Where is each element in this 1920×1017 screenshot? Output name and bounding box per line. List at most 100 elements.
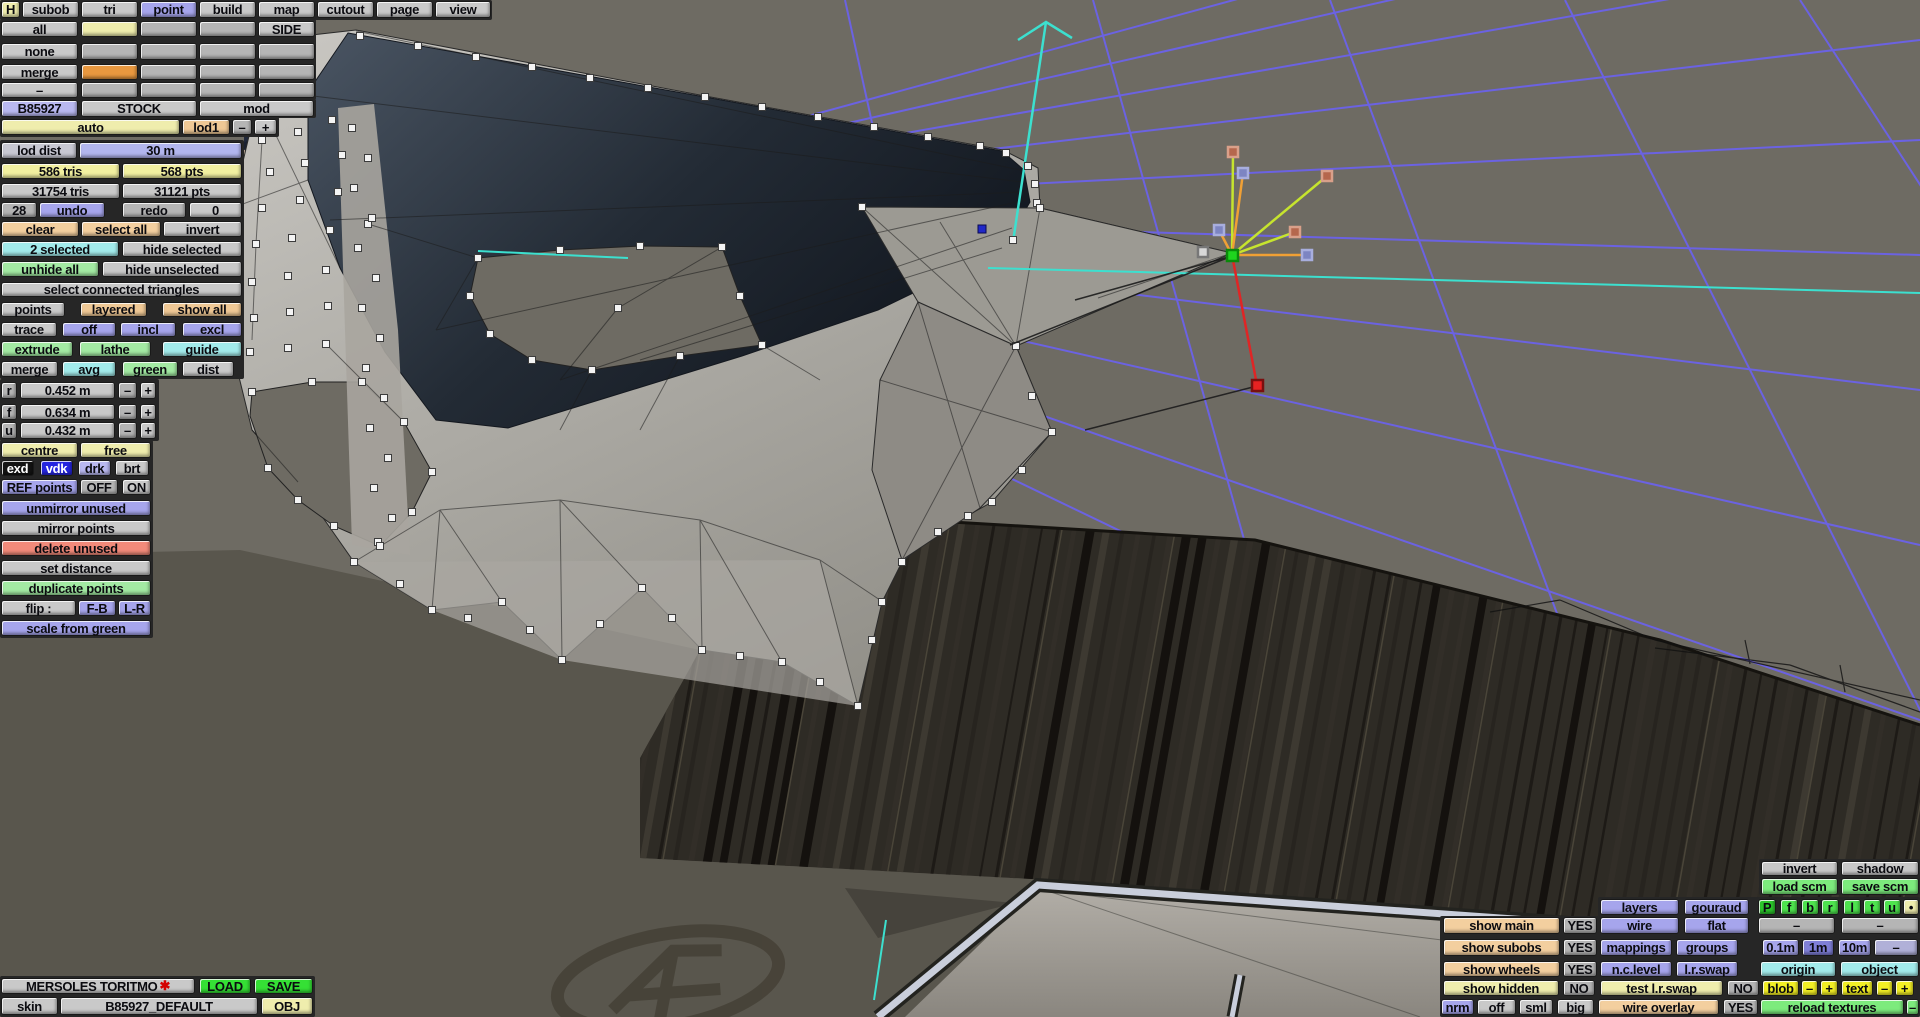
menu-map-tab[interactable]: map xyxy=(258,1,315,18)
vertex-handle[interactable] xyxy=(526,626,534,634)
nrm-sml-button[interactable]: sml xyxy=(1519,999,1553,1015)
free-button[interactable]: free xyxy=(80,442,151,458)
vertex-handle[interactable] xyxy=(296,196,304,204)
layer-dot-toggle[interactable]: • xyxy=(1903,899,1919,915)
nc-level-button[interactable]: n.c.level xyxy=(1600,961,1672,977)
brt-toggle[interactable]: brt xyxy=(115,460,149,476)
select-none-button[interactable]: none xyxy=(1,43,78,60)
vertex-handle[interactable] xyxy=(400,418,408,426)
viewport-3d[interactable]: 20 25 30 ½ xyxy=(0,0,1920,1017)
guide-button[interactable]: guide xyxy=(162,341,242,357)
show-hidden-no[interactable]: NO xyxy=(1563,980,1595,996)
vertex-handle[interactable] xyxy=(301,159,309,167)
layer-b-toggle[interactable]: b xyxy=(1801,899,1819,915)
vertex-handle[interactable] xyxy=(988,498,996,506)
vertex-handle[interactable] xyxy=(778,658,786,666)
trace-incl-button[interactable]: incl xyxy=(120,322,176,337)
vertex-handle[interactable] xyxy=(376,334,384,342)
coord-f-value[interactable]: 0.634 m xyxy=(20,404,115,420)
vertex-handle[interactable] xyxy=(428,468,436,476)
vertex-handle[interactable] xyxy=(1036,204,1044,212)
vertex-handle[interactable] xyxy=(428,606,436,614)
menu-build-tab[interactable]: build xyxy=(199,1,256,18)
text-plus[interactable]: + xyxy=(1895,980,1914,996)
skin-label[interactable]: skin xyxy=(1,997,58,1015)
save-button[interactable]: SAVE xyxy=(254,978,313,994)
vertex-handle[interactable] xyxy=(498,598,506,606)
lod-plus-button[interactable]: + xyxy=(254,119,277,135)
lr-swap-button[interactable]: l.r.swap xyxy=(1676,961,1738,977)
vertex-handle[interactable] xyxy=(258,204,266,212)
vertex-handle[interactable] xyxy=(698,646,706,654)
drk-toggle[interactable]: drk xyxy=(78,460,111,476)
exd-toggle-active[interactable]: exd xyxy=(1,460,34,476)
obj-export-button[interactable]: OBJ xyxy=(261,997,313,1015)
blob-button[interactable]: blob xyxy=(1762,980,1799,996)
wire-overlay-yes[interactable]: YES xyxy=(1723,999,1758,1015)
vertex-handle[interactable] xyxy=(396,580,404,588)
vertex-handle[interactable] xyxy=(1002,149,1010,157)
vertex-handle[interactable] xyxy=(1031,180,1039,188)
show-subobs-yes[interactable]: YES xyxy=(1563,939,1597,956)
vertex-handle[interactable] xyxy=(368,214,376,222)
menu-page-tab[interactable]: page xyxy=(376,1,433,18)
text-minus[interactable]: – xyxy=(1876,980,1893,996)
flip-lr-button[interactable]: L-R xyxy=(118,600,151,616)
object-button[interactable]: object xyxy=(1840,961,1919,977)
dash-cell[interactable]: – xyxy=(1841,917,1919,934)
swatch-cell[interactable] xyxy=(199,43,256,60)
ref-point-red[interactable] xyxy=(1250,378,1265,393)
swatch-cell[interactable] xyxy=(199,64,256,80)
vertex-handle[interactable] xyxy=(248,278,256,286)
dash-button[interactable]: – xyxy=(1,82,78,98)
layer-l-toggle[interactable]: l xyxy=(1843,899,1861,915)
avg-button[interactable]: avg xyxy=(62,361,116,377)
centre-button[interactable]: centre xyxy=(1,442,78,458)
set-distance-button[interactable]: set distance xyxy=(1,560,151,576)
show-hidden-button[interactable]: show hidden xyxy=(1443,980,1559,996)
menu-cutout-tab[interactable]: cutout xyxy=(317,1,374,18)
unmirror-unused-button[interactable]: unmirror unused xyxy=(1,500,151,516)
blob-minus[interactable]: – xyxy=(1801,980,1818,996)
lathe-button[interactable]: lathe xyxy=(79,341,151,357)
vertex-handle[interactable] xyxy=(372,274,380,282)
mappings-button[interactable]: mappings xyxy=(1600,939,1672,956)
delete-unused-button[interactable]: delete unused xyxy=(1,540,151,556)
vertex-handle[interactable] xyxy=(354,244,362,252)
duplicate-points-button[interactable]: duplicate points xyxy=(1,580,151,596)
gouraud-button[interactable]: gouraud xyxy=(1684,899,1749,915)
vertex-handle[interactable] xyxy=(284,344,292,352)
vertex-handle[interactable] xyxy=(334,188,342,196)
vertex-handle[interactable] xyxy=(758,341,766,349)
vertex-handle[interactable] xyxy=(246,348,254,356)
grid-10m-button[interactable]: 10m xyxy=(1838,939,1871,956)
grid-01m-button[interactable]: 0.1m xyxy=(1762,939,1799,956)
vertex-handle[interactable] xyxy=(370,484,378,492)
vertex-handle[interactable] xyxy=(326,226,334,234)
scale-from-green-button[interactable]: scale from green xyxy=(1,620,151,636)
vertex-handle[interactable] xyxy=(898,558,906,566)
vertex-handle[interactable] xyxy=(558,656,566,664)
coord-u-plus[interactable]: + xyxy=(140,422,156,439)
vertex-handle[interactable] xyxy=(358,304,366,312)
active-point-green[interactable] xyxy=(1225,248,1240,263)
vertex-handle[interactable] xyxy=(258,136,266,144)
groups-button[interactable]: groups xyxy=(1676,939,1738,956)
swatch-cell[interactable] xyxy=(258,64,315,80)
grid-1m-button-active[interactable]: 1m xyxy=(1802,939,1834,956)
vertex-handle[interactable] xyxy=(858,203,866,211)
show-all-button[interactable]: show all xyxy=(162,302,242,317)
vertex-handle[interactable] xyxy=(376,542,384,550)
auto-lod-button[interactable]: auto xyxy=(1,119,180,135)
menu-tri-tab[interactable]: tri xyxy=(81,1,138,18)
vertex-handle[interactable] xyxy=(870,123,878,131)
vertex-handle[interactable] xyxy=(614,304,622,312)
flip-fb-button[interactable]: F-B xyxy=(78,600,116,616)
vertex-handle[interactable] xyxy=(556,246,564,254)
mirror-points-button[interactable]: mirror points xyxy=(1,520,151,536)
select-connected-button[interactable]: select connected triangles xyxy=(1,282,242,297)
selected-vertex-blue[interactable] xyxy=(977,224,987,234)
undo-button[interactable]: undo xyxy=(39,202,105,218)
lod-dist-value[interactable]: 30 m xyxy=(79,142,242,159)
vertex-handle[interactable] xyxy=(528,63,536,71)
